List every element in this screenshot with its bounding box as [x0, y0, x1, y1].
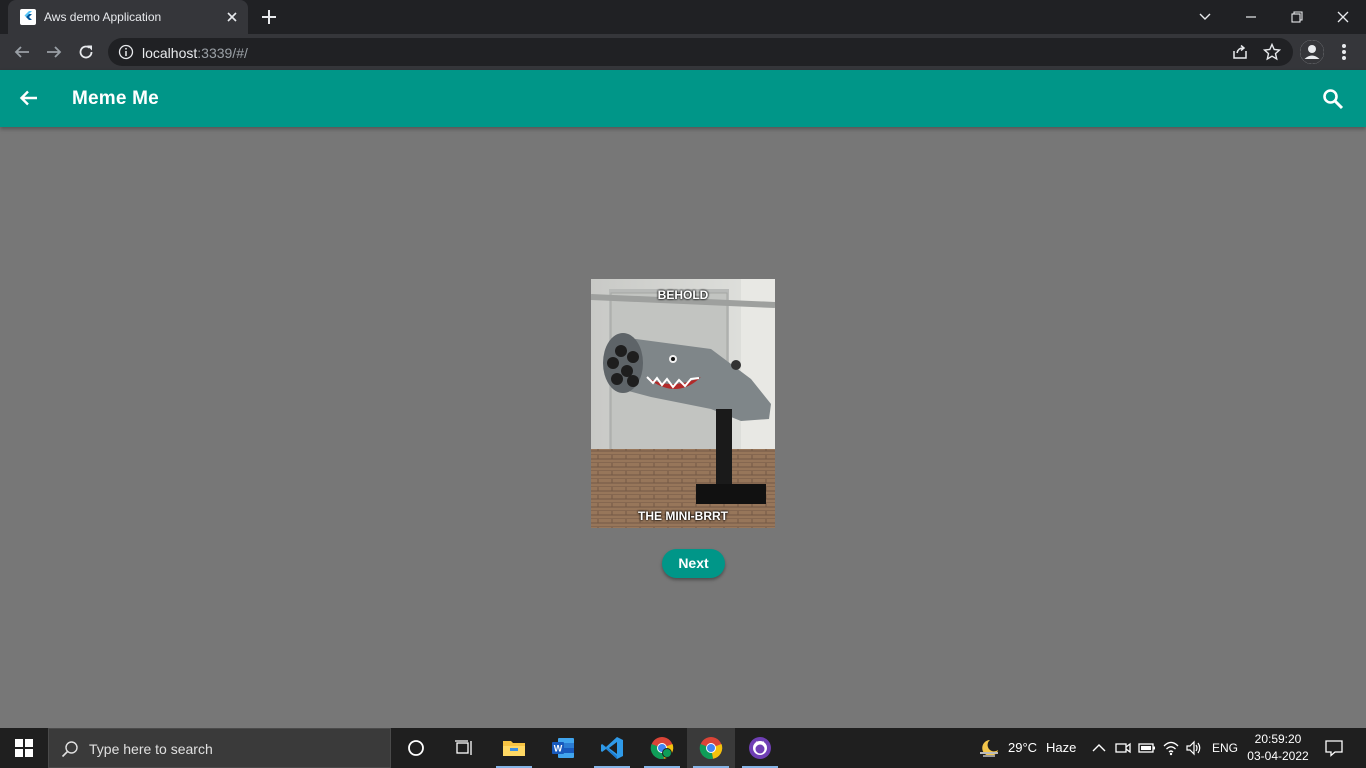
meme-picture: [591, 279, 775, 528]
reload-icon: [79, 45, 93, 59]
chrome-icon: [650, 737, 674, 760]
page-title: Meme Me: [72, 88, 159, 109]
meet-now-icon[interactable]: [1114, 739, 1132, 757]
github-desktop-button[interactable]: [736, 728, 784, 768]
forward-button[interactable]: [42, 40, 66, 64]
more-vert-icon[interactable]: [1334, 40, 1354, 64]
next-button[interactable]: Next: [662, 549, 725, 578]
notifications-icon[interactable]: [1324, 738, 1344, 758]
taskbar-search[interactable]: Type here to search: [48, 728, 391, 768]
close-icon: [1337, 11, 1349, 23]
chevron-up-icon[interactable]: [1090, 739, 1108, 757]
new-tab-icon[interactable]: [260, 8, 278, 26]
person-icon: [1300, 40, 1324, 64]
chrome-profile-button[interactable]: [638, 728, 686, 768]
arrow-right-icon: [47, 46, 62, 58]
restore-button[interactable]: [1274, 0, 1320, 34]
taskbar-search-placeholder: Type here to search: [89, 741, 213, 757]
cortana-icon: [408, 740, 424, 756]
word-icon: W: [552, 738, 574, 758]
task-view-button[interactable]: [440, 728, 488, 768]
minimize-button[interactable]: [1228, 0, 1274, 34]
meme-image: BEHOLD THE MINI-BRRT: [591, 279, 775, 528]
weather-temperature[interactable]: 29°C: [1008, 740, 1037, 755]
windows-taskbar: Type here to search W 29°C Haze ENG 20:5…: [0, 728, 1366, 768]
chevron-down-icon: [1199, 13, 1211, 20]
search-icon: [61, 741, 78, 758]
browser-toolbar: localhost:3339/#/: [0, 34, 1366, 70]
app-bar: Meme Me: [0, 70, 1366, 127]
vscode-button[interactable]: [588, 728, 636, 768]
language-indicator[interactable]: ENG: [1212, 741, 1238, 755]
browser-tabstrip: Aws demo Application: [0, 0, 1366, 34]
reload-button[interactable]: [74, 40, 98, 64]
wifi-icon[interactable]: [1162, 739, 1180, 757]
address-bar[interactable]: localhost:3339/#/: [108, 38, 1293, 66]
volume-icon[interactable]: [1185, 739, 1203, 757]
bookmark-star-icon[interactable]: [1263, 43, 1281, 61]
arrow-left-icon: [14, 46, 29, 58]
tab-search-button[interactable]: [1182, 0, 1228, 34]
chrome-button[interactable]: [687, 728, 735, 768]
profile-avatar[interactable]: [1300, 40, 1324, 64]
battery-icon[interactable]: [1138, 739, 1156, 757]
browser-tab[interactable]: Aws demo Application: [8, 0, 248, 34]
restore-icon: [1291, 11, 1303, 23]
meme-bottom-text: THE MINI-BRRT: [638, 509, 728, 523]
minimize-icon: [1246, 16, 1256, 18]
taskbar-clock[interactable]: 20:59:20 03-04-2022: [1244, 731, 1312, 765]
vscode-icon: [601, 737, 623, 759]
word-button[interactable]: W: [539, 728, 587, 768]
search-icon[interactable]: [1321, 87, 1345, 111]
task-view-icon: [455, 740, 472, 755]
github-icon: [749, 737, 771, 759]
tab-title: Aws demo Application: [44, 10, 162, 24]
weather-moon-icon[interactable]: [978, 738, 1000, 758]
weather-description[interactable]: Haze: [1046, 740, 1076, 755]
file-explorer-button[interactable]: [490, 728, 538, 768]
start-button[interactable]: [0, 728, 48, 768]
flutter-icon: [20, 9, 36, 25]
svg-text:W: W: [554, 744, 563, 754]
windows-logo-icon: [15, 739, 33, 757]
close-tab-icon[interactable]: [224, 9, 240, 25]
meme-top-text: BEHOLD: [657, 288, 709, 302]
share-icon[interactable]: [1231, 43, 1249, 61]
back-button[interactable]: [10, 40, 34, 64]
clock-date: 03-04-2022: [1247, 749, 1309, 763]
url-text: localhost:3339/#/: [142, 45, 248, 61]
info-icon[interactable]: [118, 44, 134, 60]
folder-icon: [503, 741, 525, 756]
chrome-icon: [699, 737, 723, 760]
cortana-button[interactable]: [392, 728, 440, 768]
clock-time: 20:59:20: [1254, 732, 1302, 746]
close-window-button[interactable]: [1320, 0, 1366, 34]
back-arrow-icon[interactable]: [18, 87, 40, 109]
